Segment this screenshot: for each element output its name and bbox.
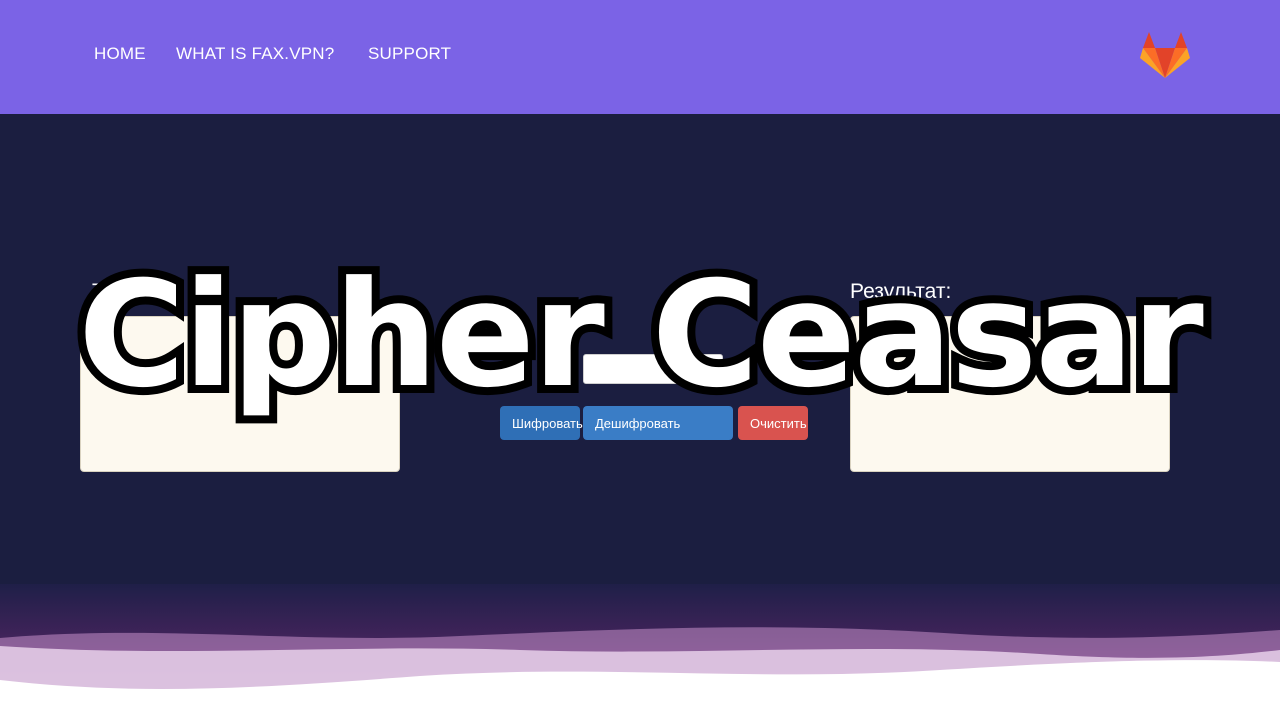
wave-decoration (0, 627, 1280, 706)
wave-footer (0, 584, 1280, 706)
top-navbar: HOME WHAT IS FAX.VPN? SUPPORT (0, 0, 1280, 114)
gitlab-fox-icon[interactable] (1139, 30, 1191, 80)
thumbnail-title-overlay: Cipher Ceasar (70, 242, 1212, 428)
nav-support-link[interactable]: SUPPORT (368, 44, 451, 64)
nav-home-link[interactable]: HOME (94, 44, 146, 64)
nav-what-is-link[interactable]: WHAT IS FAX.VPN? (176, 44, 334, 64)
